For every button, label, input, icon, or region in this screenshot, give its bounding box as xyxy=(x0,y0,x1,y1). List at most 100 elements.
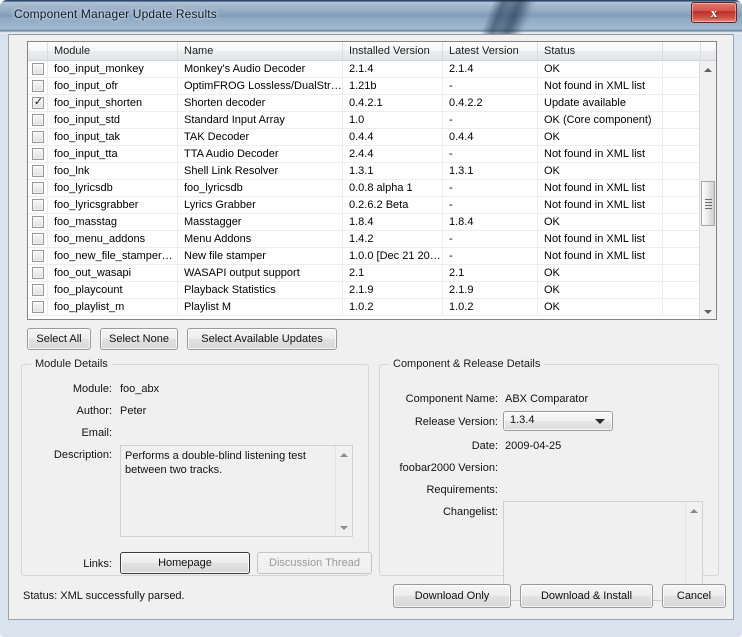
scroll-down-arrow-icon[interactable] xyxy=(700,303,716,319)
table-row[interactable]: foo_menu_addons Menu Addons 1.4.2- Not foun… xyxy=(28,231,701,248)
description-scrollbar[interactable] xyxy=(335,446,352,536)
row-checkbox-cell[interactable] xyxy=(28,146,48,162)
download-only-button[interactable]: Download Only xyxy=(393,584,511,608)
checkbox-unchecked-icon[interactable] xyxy=(31,233,44,245)
chevron-down-icon xyxy=(595,419,605,424)
cancel-button[interactable]: Cancel xyxy=(662,584,726,608)
cell-name: Masstagger xyxy=(178,214,343,230)
row-checkbox-cell[interactable] xyxy=(28,214,48,230)
table-row[interactable]: foo_input_ofr OptimFROG Lossless/DualStr…… xyxy=(28,78,701,95)
checkbox-unchecked-icon[interactable] xyxy=(31,165,44,177)
checkbox-unchecked-icon[interactable] xyxy=(31,80,44,92)
cell-module: foo_menu_addons xyxy=(48,231,178,247)
checkbox-unchecked-icon[interactable] xyxy=(31,114,44,126)
table-row[interactable]: foo_playcount Playback Statistics 2.1.9 2.1… xyxy=(28,282,701,299)
table-row[interactable]: foo_new_file_stamper… New file stamper 1.0… xyxy=(28,248,701,265)
checkbox-unchecked-icon[interactable] xyxy=(31,63,44,75)
table-row[interactable]: foo_masstag Masstagger 1.8.4 1.8.4 OK xyxy=(28,214,701,231)
listview-body[interactable]: foo_input_monkey Monkey's Audio Decoder 2.… xyxy=(28,61,701,319)
column-header-module[interactable]: Module xyxy=(48,42,178,60)
checkbox-unchecked-icon[interactable] xyxy=(31,267,44,279)
description-scroll-down-icon[interactable] xyxy=(336,519,352,536)
row-checkbox-cell[interactable] xyxy=(28,231,48,247)
email-label: Email: xyxy=(81,427,112,439)
cell-installed-version: 2.1 xyxy=(343,265,443,281)
row-checkbox-cell[interactable] xyxy=(28,163,48,179)
scroll-up-arrow-icon[interactable] xyxy=(700,61,716,78)
changelist-scroll-up-icon[interactable] xyxy=(686,502,702,519)
table-row[interactable]: foo_playlist_m Playlist M 1.0.2 1.0.2 OK xyxy=(28,299,701,316)
checkbox-unchecked-icon[interactable] xyxy=(31,250,44,262)
row-checkbox-cell[interactable] xyxy=(28,180,48,196)
cell-installed-version: 1.0 xyxy=(343,112,443,128)
checkbox-unchecked-icon[interactable] xyxy=(31,131,44,143)
table-row[interactable]: foo_input_tak TAK Decoder 0.4.4 0.4.4 OK xyxy=(28,129,701,146)
checkbox-unchecked-icon[interactable] xyxy=(31,148,44,160)
listview-vertical-scrollbar[interactable] xyxy=(699,61,716,319)
cell-status: Update available xyxy=(538,95,663,111)
cell-status: OK xyxy=(538,61,663,77)
homepage-button[interactable]: Homepage xyxy=(120,552,250,574)
cell-module: foo_input_ofr xyxy=(48,78,178,94)
select-all-button[interactable]: Select All xyxy=(27,328,91,350)
checkbox-unchecked-icon[interactable] xyxy=(31,182,44,194)
description-textbox[interactable]: Performs a double-blind listening test b… xyxy=(120,445,353,537)
cell-installed-version: 2.1.4 xyxy=(343,61,443,77)
cell-module: foo_playcount xyxy=(48,282,178,298)
table-row[interactable]: foo_input_std Standard Input Array 1.0- OK … xyxy=(28,112,701,129)
window-title: Component Manager Update Results xyxy=(14,7,217,21)
author-label: Author: xyxy=(76,405,112,417)
column-header-installed-version[interactable]: Installed Version xyxy=(343,42,443,60)
row-checkbox-cell[interactable]: ✓ xyxy=(28,95,48,111)
close-button[interactable]: x xyxy=(691,2,737,23)
column-header-name[interactable]: Name xyxy=(178,42,343,60)
description-scroll-up-icon[interactable] xyxy=(336,446,352,463)
table-row[interactable]: foo_input_tta TTA Audio Decoder 2.4.4- Not … xyxy=(28,146,701,163)
cell-installed-version: 0.4.2.1 xyxy=(343,95,443,111)
table-row[interactable]: foo_lnk Shell Link Resolver 1.3.1 1.3.1 OK xyxy=(28,163,701,180)
cell-installed-version: 1.21b xyxy=(343,78,443,94)
row-checkbox-cell[interactable] xyxy=(28,265,48,281)
download-and-install-button[interactable]: Download & Install xyxy=(520,584,653,608)
row-checkbox-cell[interactable] xyxy=(28,197,48,213)
table-row[interactable]: foo_lyricsdb foo_lyricsdb 0.0.8 alpha 1- No… xyxy=(28,180,701,197)
column-header-blank-6[interactable] xyxy=(663,42,701,60)
column-header-latest-version[interactable]: Latest Version xyxy=(443,42,538,60)
checkbox-unchecked-icon[interactable] xyxy=(31,284,44,296)
scrollbar-thumb[interactable] xyxy=(701,181,715,226)
author-value: Peter xyxy=(120,405,147,417)
row-checkbox-cell[interactable] xyxy=(28,61,48,77)
titlebar-swoosh-secondary-icon xyxy=(455,0,575,34)
row-checkbox-cell[interactable] xyxy=(28,78,48,94)
release-version-combobox[interactable]: 1.3.4 xyxy=(503,411,613,431)
table-row[interactable]: foo_input_monkey Monkey's Audio Decoder 2.… xyxy=(28,61,701,78)
date-value: 2009-04-25 xyxy=(505,440,562,452)
cell-extra xyxy=(663,129,701,145)
cell-name: New file stamper xyxy=(178,248,343,264)
table-row[interactable]: foo_out_wasapi WASAPI output support 2.1 2.… xyxy=(28,265,701,282)
checkbox-checked-icon[interactable]: ✓ xyxy=(31,96,44,109)
checkbox-unchecked-icon[interactable] xyxy=(31,216,44,228)
row-checkbox-cell[interactable] xyxy=(28,129,48,145)
release-version-value: 1.3.4 xyxy=(510,414,535,426)
column-header-blank-0[interactable] xyxy=(28,42,48,60)
row-checkbox-cell[interactable] xyxy=(28,299,48,315)
cell-extra xyxy=(663,197,701,213)
select-available-updates-button[interactable]: Select Available Updates xyxy=(187,328,337,350)
select-none-button[interactable]: Select None xyxy=(100,328,178,350)
table-row[interactable]: foo_lyricsgrabber Lyrics Grabber 0.2.6.2 B… xyxy=(28,197,701,214)
cell-latest-version: - xyxy=(443,197,538,213)
checkbox-unchecked-icon[interactable] xyxy=(31,301,44,313)
components-listview[interactable]: Module Name Installed Version Latest Versio… xyxy=(27,41,717,320)
checkbox-unchecked-icon[interactable] xyxy=(31,199,44,211)
foobar-version-label: foobar2000 Version: xyxy=(399,462,498,474)
table-row[interactable]: ✓ foo_input_shorten Shorten decoder 0.4.2.1… xyxy=(28,95,701,112)
module-details-title: Module Details xyxy=(31,358,112,370)
cell-name: Lyrics Grabber xyxy=(178,197,343,213)
row-checkbox-cell[interactable] xyxy=(28,282,48,298)
cell-status: OK xyxy=(538,299,663,315)
row-checkbox-cell[interactable] xyxy=(28,248,48,264)
row-checkbox-cell[interactable] xyxy=(28,112,48,128)
cell-status: Not found in XML list xyxy=(538,231,663,247)
column-header-status[interactable]: Status xyxy=(538,42,663,60)
